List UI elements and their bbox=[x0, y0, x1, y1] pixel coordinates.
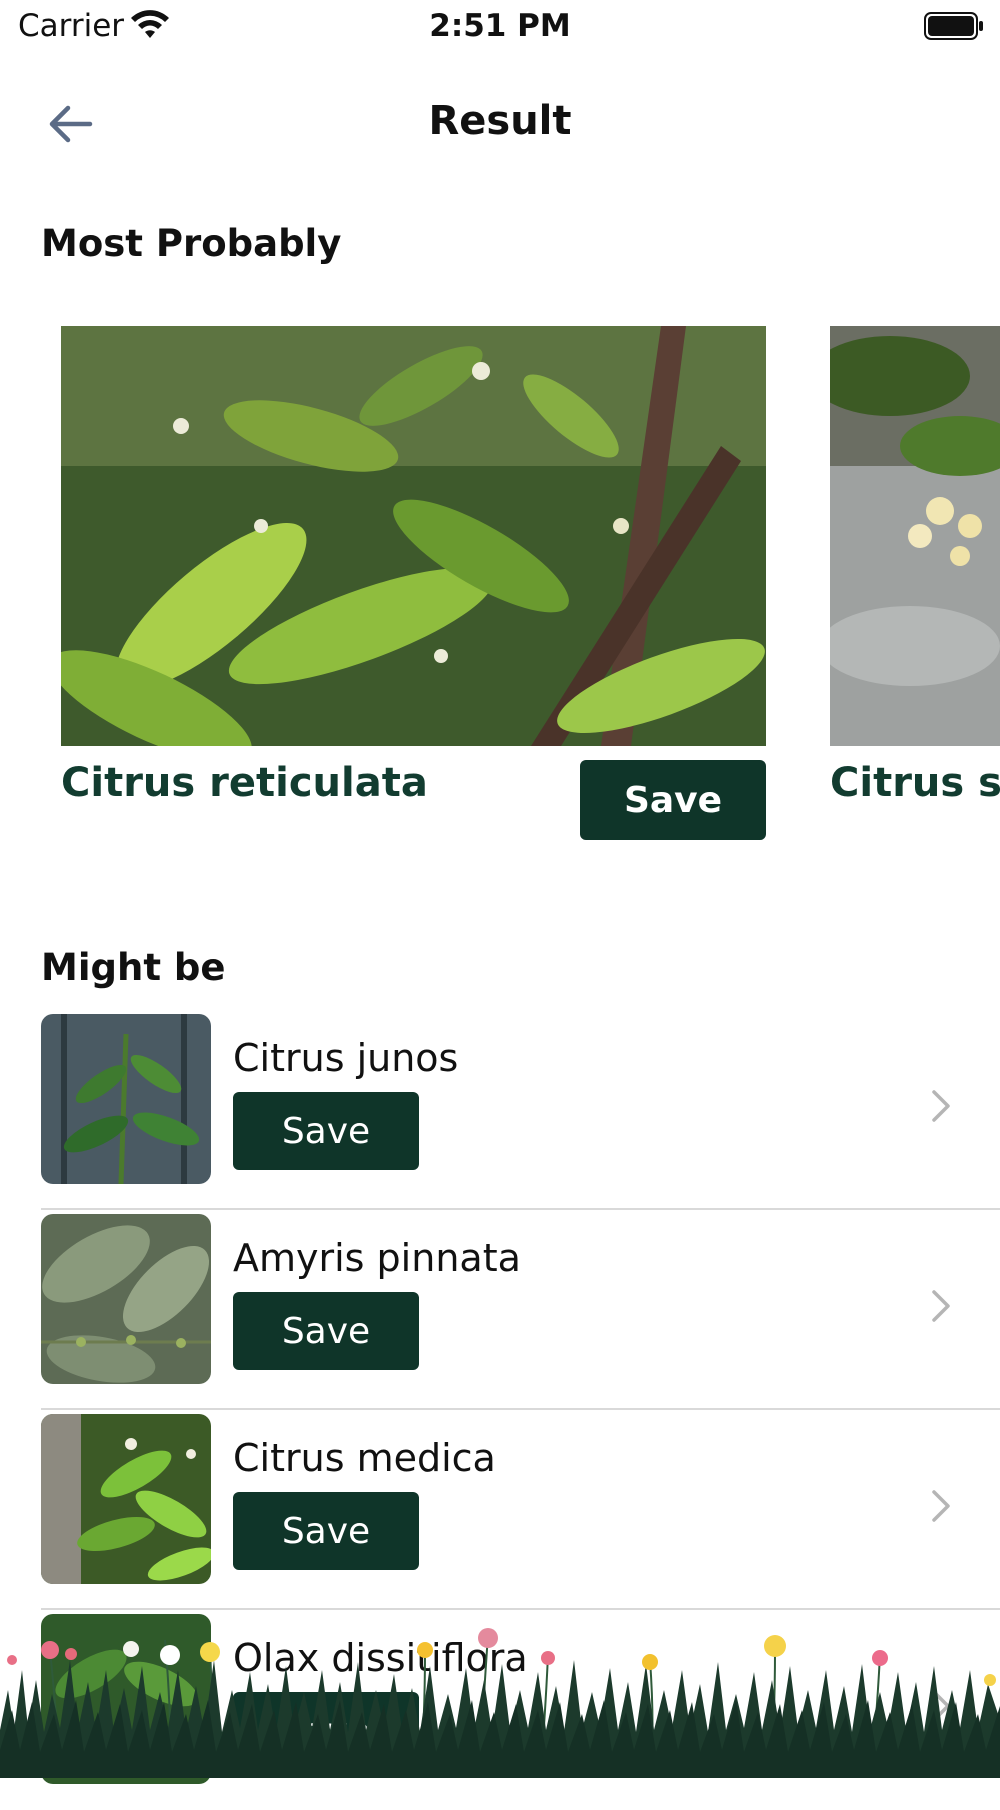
chevron-right-icon[interactable] bbox=[926, 1486, 956, 1526]
save-button[interactable]: Save bbox=[233, 1092, 419, 1170]
plant-thumbnail bbox=[41, 1214, 211, 1384]
result-card[interactable]: Citrus si bbox=[830, 326, 1000, 846]
most-probably-carousel[interactable]: Citrus reticulata Save Citrus si bbox=[0, 326, 1000, 846]
item-name: Citrus junos bbox=[233, 1036, 459, 1080]
most-probably-heading: Most Probably bbox=[41, 222, 342, 265]
might-be-heading: Might be bbox=[41, 946, 226, 989]
plant-photo bbox=[61, 326, 766, 746]
grass-flowers-decoration bbox=[0, 1628, 1000, 1778]
status-time: 2:51 PM bbox=[429, 8, 571, 44]
result-card[interactable]: Citrus reticulata Save bbox=[61, 326, 766, 846]
chevron-right-icon[interactable] bbox=[926, 1286, 956, 1326]
plant-thumbnail bbox=[41, 1014, 211, 1184]
result-name: Citrus reticulata bbox=[61, 760, 428, 806]
list-item[interactable]: Citrus medica Save bbox=[41, 1410, 1000, 1610]
plant-photo bbox=[830, 326, 1000, 746]
save-button[interactable]: Save bbox=[580, 760, 766, 840]
status-bar: Carrier 2:51 PM bbox=[0, 0, 1000, 56]
battery-icon bbox=[924, 12, 983, 40]
list-item[interactable]: Citrus junos Save bbox=[41, 1010, 1000, 1210]
save-button[interactable]: Save bbox=[233, 1492, 419, 1570]
list-item[interactable]: Amyris pinnata Save bbox=[41, 1210, 1000, 1410]
plant-thumbnail bbox=[41, 1414, 211, 1584]
nav-bar: Result bbox=[0, 80, 1000, 160]
item-name: Citrus medica bbox=[233, 1436, 496, 1480]
page-title: Result bbox=[428, 98, 572, 144]
chevron-right-icon[interactable] bbox=[926, 1086, 956, 1126]
save-button[interactable]: Save bbox=[233, 1292, 419, 1370]
result-name: Citrus si bbox=[830, 760, 1000, 806]
item-name: Amyris pinnata bbox=[233, 1236, 521, 1280]
